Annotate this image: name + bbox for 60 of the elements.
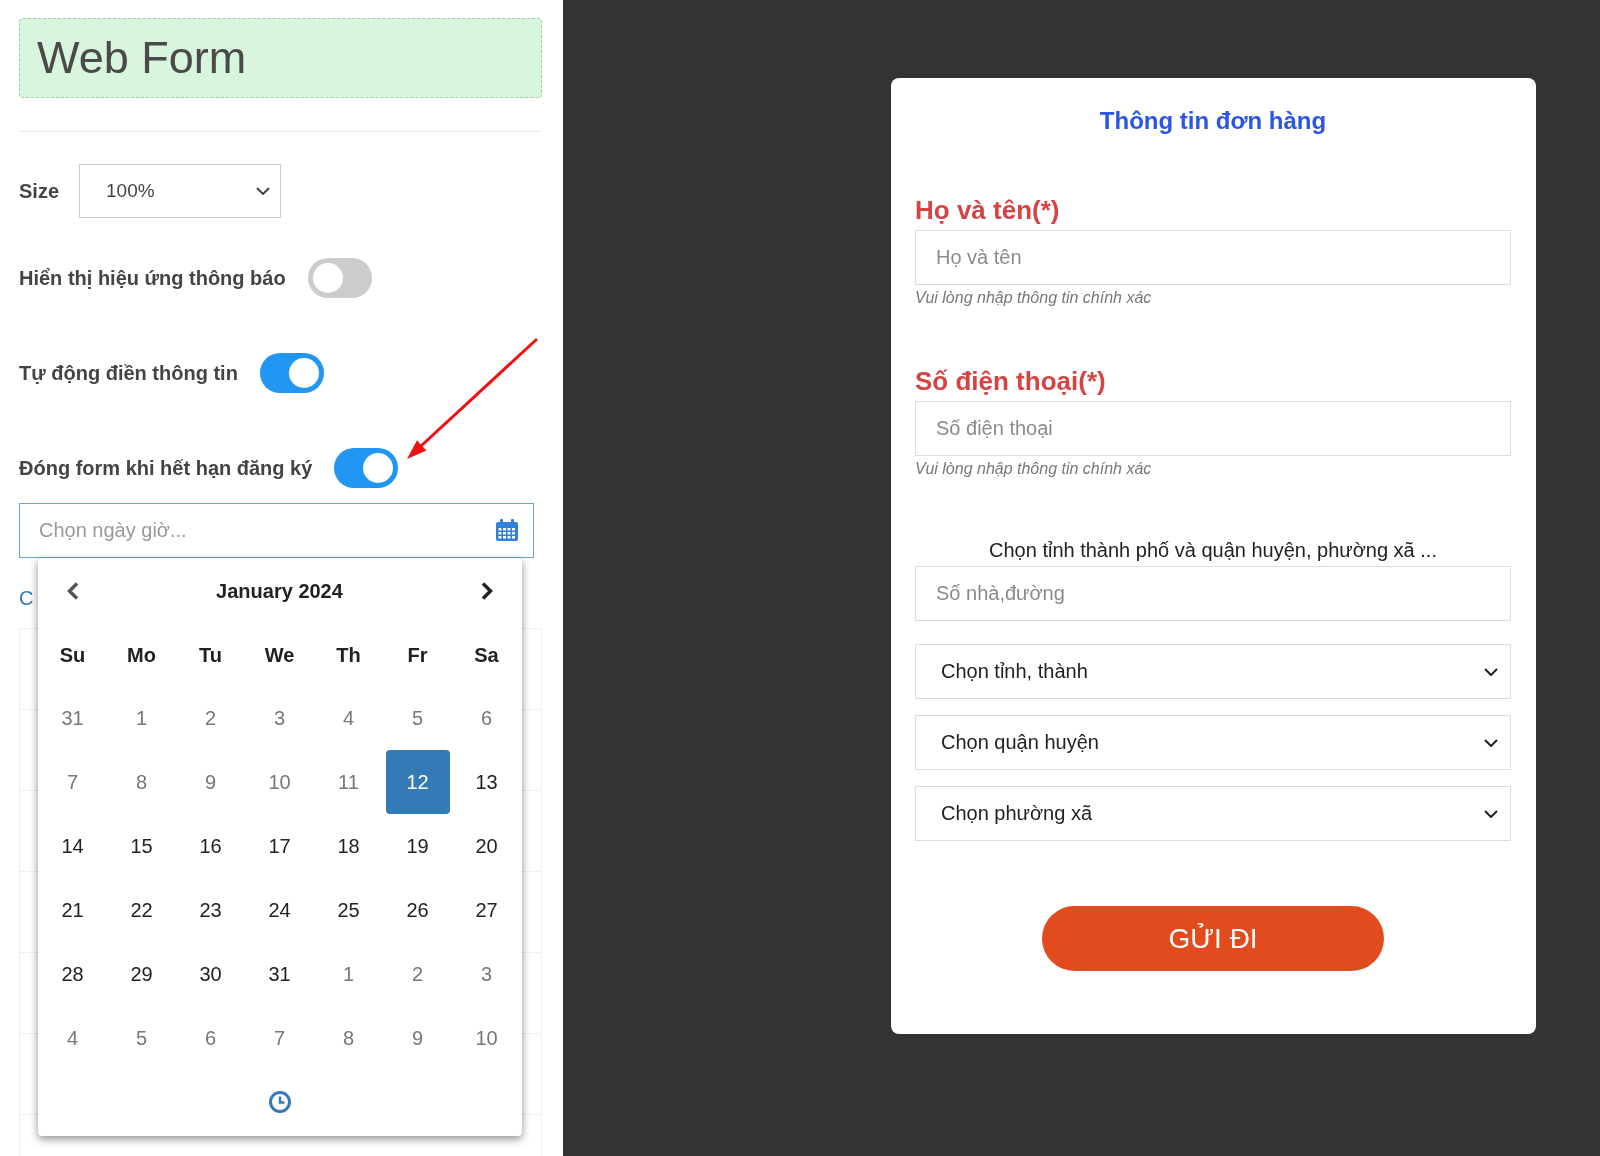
calendar-day[interactable]: 18 <box>316 814 381 878</box>
setting-label: Tự động điền thông tin <box>19 361 238 385</box>
submit-button[interactable]: GỬI ĐI <box>1042 906 1384 971</box>
calendar-day[interactable]: 15 <box>109 814 174 878</box>
weekday-label: Fr <box>407 643 428 667</box>
calendar-day[interactable]: 16 <box>178 814 243 878</box>
address-note: Chọn tỉnh thành phố và quận huyện, phường xã ... <box>989 538 1437 563</box>
dropdown-select[interactable]: Chọn quận huyện <box>915 715 1511 770</box>
size-select[interactable]: 100% <box>79 164 281 218</box>
calendar-day[interactable]: 30 <box>178 942 243 1006</box>
field-label: Họ và tên(*) <box>915 194 1060 227</box>
toggle-switch[interactable] <box>259 353 324 393</box>
clock-icon[interactable] <box>268 1091 291 1113</box>
calendar-day[interactable]: 31 <box>247 942 312 1006</box>
calendar-day[interactable]: 25 <box>316 878 381 942</box>
calendar-day[interactable]: 14 <box>40 814 105 878</box>
weekday-label: Th <box>336 643 361 667</box>
calendar-day[interactable]: 13 <box>454 750 519 814</box>
weekday-label: Mo <box>127 643 156 667</box>
field-hint: Vui lòng nhập thông tin chính xác <box>915 459 1152 479</box>
calendar-day[interactable]: 26 <box>385 878 450 942</box>
month-title[interactable]: January 2024 <box>216 579 343 603</box>
chevron-down-icon <box>1484 809 1498 818</box>
field-label: Số điện thoại(*) <box>915 365 1106 398</box>
calendar-day[interactable]: 27 <box>454 878 519 942</box>
calendar-icon[interactable] <box>496 519 518 541</box>
calendar-day[interactable]: 17 <box>247 814 312 878</box>
calendar-day[interactable]: 28 <box>40 942 105 1006</box>
dropdown-select[interactable]: Chọn phường xã <box>915 786 1511 841</box>
date-field[interactable]: Chọn ngày giờ... <box>19 503 534 558</box>
calendar-day[interactable]: 21 <box>40 878 105 942</box>
link-text[interactable]: C <box>19 587 34 609</box>
form-title: Thông tin đơn hàng <box>1099 106 1327 136</box>
chevron-down-icon <box>256 187 270 195</box>
calendar-day[interactable]: 24 <box>247 878 312 942</box>
calendar-day[interactable]: 22 <box>109 878 174 942</box>
chevron-left-icon[interactable] <box>66 582 79 600</box>
text-input[interactable]: Số điện thoại <box>915 401 1511 456</box>
field-hint: Vui lòng nhập thông tin chính xác <box>915 288 1152 308</box>
size-label: Size <box>19 179 61 203</box>
text-input[interactable]: Họ và tên <box>915 230 1511 285</box>
chevron-right-icon[interactable] <box>480 582 493 600</box>
calendar-day[interactable]: 23 <box>178 878 243 942</box>
setting-label: Đóng form khi hết hạn đăng ký <box>19 456 313 480</box>
weekday-label: Sa <box>474 643 499 667</box>
toggle-switch[interactable] <box>334 448 399 488</box>
calendar-day[interactable]: 19 <box>385 814 450 878</box>
toggle-switch[interactable] <box>307 258 372 298</box>
weekday-label: Tu <box>199 643 222 667</box>
text-input[interactable]: Số nhà,đường <box>915 566 1511 621</box>
weekday-label: Su <box>59 643 86 667</box>
setting-label: Hiển thị hiệu ứng thông báo <box>19 266 286 290</box>
chevron-down-icon <box>1484 667 1498 676</box>
weekday-label: We <box>264 643 295 667</box>
calendar-day[interactable]: 29 <box>109 942 174 1006</box>
calendar-day[interactable]: 20 <box>454 814 519 878</box>
dropdown-select[interactable]: Chọn tỉnh, thành <box>915 644 1511 699</box>
calendar-day[interactable]: 12 <box>385 750 450 814</box>
page-title: Web Form <box>37 33 247 83</box>
chevron-down-icon <box>1484 738 1498 747</box>
